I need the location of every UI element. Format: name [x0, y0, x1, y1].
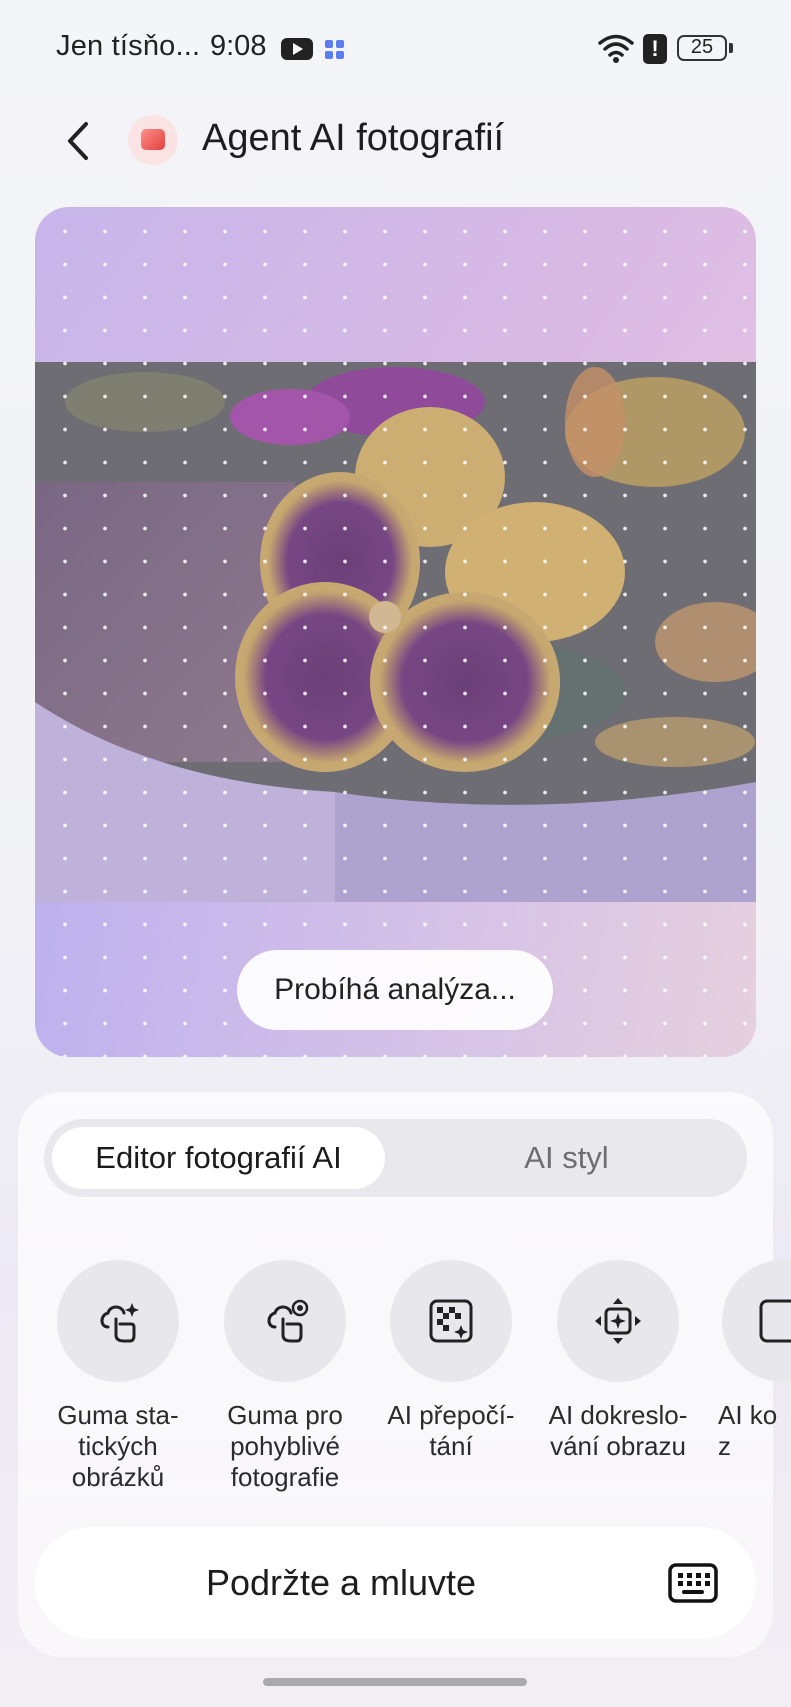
tool-label: AI dokreslo- vání obrazu [548, 1400, 688, 1461]
tool-ai-expand[interactable]: AI dokreslo- vání obrazu [538, 1260, 698, 1462]
tool-ai-upscale[interactable]: AI přepočí- tání [371, 1260, 531, 1462]
tool-label: AI přepočí- tání [387, 1400, 515, 1461]
mode-tabs: Editor fotografií AI AI styl [44, 1119, 747, 1197]
app-logo [128, 115, 178, 165]
back-arrow-icon[interactable] [58, 116, 98, 166]
ai-expand-icon [557, 1260, 679, 1382]
carrier-text: Jen tísňo... [56, 30, 201, 62]
scan-dots [35, 207, 756, 1057]
tab-ai-style[interactable]: AI styl [394, 1127, 739, 1189]
battery-icon: 25 [677, 35, 727, 61]
ai-crop-icon [722, 1260, 791, 1382]
tool-static-eraser[interactable]: Guma sta- tických obrázků [38, 1260, 198, 1493]
home-indicator[interactable] [263, 1678, 527, 1686]
tool-label: Guma sta- tických obrázků [57, 1400, 179, 1492]
page-title: Agent AI fotografií [202, 117, 505, 159]
alert-icon: ! [643, 34, 667, 64]
youtube-icon [281, 38, 313, 60]
tool-label: AI ko z [718, 1400, 778, 1461]
tab-photo-editor[interactable]: Editor fotografií AI [52, 1127, 385, 1189]
sparkle-eraser-icon [57, 1260, 179, 1382]
wifi-icon [598, 34, 634, 63]
analysis-status-pill: Probíhá analýza... [237, 950, 553, 1030]
tool-ai-crop-partial[interactable]: AI ko z [704, 1260, 791, 1462]
tool-label: Guma pro pohyblivé fotografie [227, 1400, 343, 1492]
keyboard-icon[interactable] [668, 1563, 718, 1603]
battery-nub [729, 43, 733, 53]
motion-eraser-icon [224, 1260, 346, 1382]
hold-to-talk-button[interactable]: Podržte a mluvte [35, 1527, 756, 1639]
photo-card: Probíhá analýza... [35, 207, 756, 1057]
tool-motion-eraser[interactable]: Guma pro pohyblivé fotografie [205, 1260, 365, 1493]
ai-enhance-icon [390, 1260, 512, 1382]
hold-to-talk-label: Podržte a mluvte [205, 1562, 477, 1603]
status-bar: Jen tísňo... 9:08 ! 25 [0, 0, 791, 100]
clock-time: 9:08 [210, 30, 267, 62]
apps-icon [325, 40, 345, 60]
